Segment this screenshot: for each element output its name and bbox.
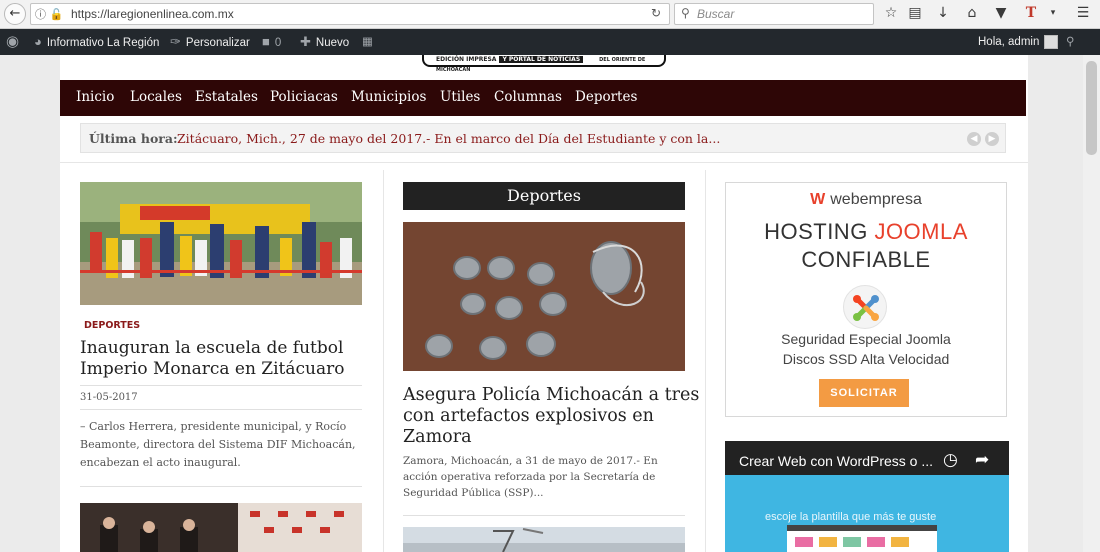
- article-excerpt-line: encabezan el acto inaugural.: [80, 456, 241, 469]
- article-title-line[interactable]: con artefactos explosivos en: [403, 406, 654, 427]
- scrollbar-thumb[interactable]: [1086, 61, 1097, 155]
- watch-later-clock-icon[interactable]: ◷: [943, 450, 958, 470]
- menu-item-municipios[interactable]: Municipios: [351, 89, 426, 105]
- admin-site-link[interactable]: ◕ Informativo La Región: [34, 29, 159, 55]
- menu-item-inicio[interactable]: Inicio: [76, 89, 114, 105]
- ad-headline: CONFIABLE: [801, 247, 931, 272]
- video-title[interactable]: Crear Web con WordPress o ...: [739, 453, 933, 469]
- plus-icon: ✚: [300, 34, 311, 49]
- brush-icon: ✑: [170, 34, 181, 49]
- video-embed[interactable]: Crear Web con WordPress o ... ◷ ➦ escoje…: [725, 441, 1009, 552]
- menu-item-utiles[interactable]: Utiles: [440, 89, 480, 105]
- ad-brand: Wwebempresa: [810, 191, 922, 208]
- column-divider: [383, 170, 384, 552]
- ticker-next-icon[interactable]: ▶: [985, 132, 999, 146]
- bookmark-star-icon[interactable]: ☆: [882, 5, 900, 21]
- article-title-line[interactable]: Imperio Monarca en Zitácuaro: [80, 359, 345, 380]
- home-icon[interactable]: ⌂: [963, 5, 981, 21]
- video-overlay-text: escoje la plantilla que más te guste: [765, 511, 937, 523]
- article-excerpt-line: Zamora, Michoacán, a 31 de mayo de 2017.…: [403, 455, 658, 467]
- dashboard-icon: ◕: [34, 34, 42, 49]
- ad-feature: Discos SSD Alta Velocidad: [782, 351, 950, 367]
- search-placeholder: Buscar: [697, 7, 735, 21]
- ad-headline: HOSTING JOOMLA: [764, 219, 968, 244]
- article-excerpt-line: Seguridad Pública (SSP)...: [403, 487, 544, 499]
- menu-item-columnas[interactable]: Columnas: [494, 89, 562, 105]
- breaking-news-ticker: Última hora: Zitácuaro, Mich., 27 de may…: [80, 123, 1006, 153]
- ad-solicitar-button[interactable]: SOLICITAR: [819, 379, 909, 407]
- article-title-line[interactable]: Inauguran la escuela de futbol: [80, 338, 343, 359]
- header-divider: [60, 162, 1028, 163]
- pocket-icon[interactable]: ▼: [992, 5, 1010, 21]
- page-content: EDICIÓN IMPRESA Y PORTAL DE NOTICIAS DEL O…: [60, 55, 1028, 552]
- ticker-label: Última hora:: [89, 131, 178, 146]
- article-image-explosives[interactable]: [403, 222, 685, 371]
- menu-item-deportes[interactable]: Deportes: [575, 89, 637, 105]
- share-icon[interactable]: ➦: [975, 450, 989, 470]
- article-date: 31-05-2017: [80, 392, 138, 403]
- page-scrollbar[interactable]: [1083, 55, 1100, 552]
- info-icon[interactable]: ⓘ 🔓: [35, 6, 63, 22]
- admin-new-link[interactable]: ✚ Nuevo: [300, 29, 349, 55]
- joomla-logo-icon: [843, 285, 887, 329]
- ad-feature: Seguridad Especial Joomla: [781, 331, 951, 347]
- browser-search-input[interactable]: ⚲ Buscar: [674, 3, 874, 25]
- site-logo[interactable]: EDICIÓN IMPRESA Y PORTAL DE NOTICIAS DEL O…: [422, 55, 666, 73]
- admin-account[interactable]: Hola, admin: [978, 29, 1059, 55]
- divider: [80, 486, 362, 487]
- main-menu: Inicio Locales Estatales Policiacas Muni…: [60, 80, 1026, 116]
- admin-customize-link[interactable]: ✑ Personalizar: [170, 29, 250, 55]
- menu-icon[interactable]: ☰: [1074, 5, 1092, 21]
- extension-t-icon[interactable]: T: [1022, 5, 1040, 21]
- browser-toolbar: ← ⓘ 🔓 https://laregionenlinea.com.mx ↻ ⚲…: [0, 0, 1100, 29]
- admin-comments-link[interactable]: ■ 0: [262, 29, 281, 55]
- avatar: [1044, 34, 1059, 49]
- webempresa-logo-icon: W: [810, 191, 826, 208]
- comment-icon: ■: [262, 34, 270, 49]
- webempresa-ad[interactable]: Wwebempresa HOSTING JOOMLA CONFIABLE Seg…: [725, 182, 1007, 417]
- article-category[interactable]: DEPORTES: [84, 320, 140, 331]
- article-excerpt-line: acción operativa reforzada por la Secret…: [403, 471, 656, 483]
- divider: [403, 515, 685, 516]
- article-title-line[interactable]: Asegura Policía Michoacán a tres: [403, 385, 699, 406]
- wp-admin-bar: ◉ ◕ Informativo La Región ✑ Personalizar ■…: [0, 29, 1100, 55]
- menu-item-policiacas[interactable]: Policiacas: [270, 89, 338, 105]
- divider: [80, 409, 362, 410]
- back-arrow-icon[interactable]: ←: [4, 3, 26, 25]
- menu-item-estatales[interactable]: Estatales: [195, 89, 258, 105]
- article-excerpt-line: – Carlos Herrera, presidente municipal, …: [80, 420, 347, 433]
- chevron-down-icon[interactable]: ▾: [1044, 8, 1062, 18]
- ticker-headline[interactable]: Zitácuaro, Mich., 27 de mayo del 2017.- …: [177, 131, 720, 146]
- yoast-icon[interactable]: ▦: [362, 29, 373, 55]
- reload-icon[interactable]: ↻: [651, 6, 661, 20]
- url-text: https://laregionenlinea.com.mx: [71, 7, 234, 21]
- wordpress-logo-icon[interactable]: ◉: [6, 29, 19, 55]
- reading-list-icon[interactable]: ▤: [906, 5, 924, 21]
- url-bar[interactable]: ⓘ 🔓 https://laregionenlinea.com.mx ↻: [30, 3, 670, 25]
- ticker-prev-icon[interactable]: ◀: [967, 132, 981, 146]
- section-title-bar[interactable]: Deportes: [403, 182, 685, 210]
- download-icon[interactable]: ↓: [934, 5, 952, 21]
- article-image-football[interactable]: [80, 182, 362, 305]
- divider: [80, 385, 362, 386]
- article-image-meeting[interactable]: [80, 503, 362, 552]
- article-title-line[interactable]: Zamora: [403, 427, 472, 448]
- admin-search-icon[interactable]: ⚲: [1066, 29, 1074, 55]
- article-excerpt-line: Beamonte, directora del Sistema DIF Mich…: [80, 438, 356, 451]
- column-divider: [705, 170, 706, 552]
- search-icon: ⚲: [681, 6, 690, 20]
- menu-item-locales[interactable]: Locales: [130, 89, 182, 105]
- article-image-street[interactable]: [403, 527, 685, 552]
